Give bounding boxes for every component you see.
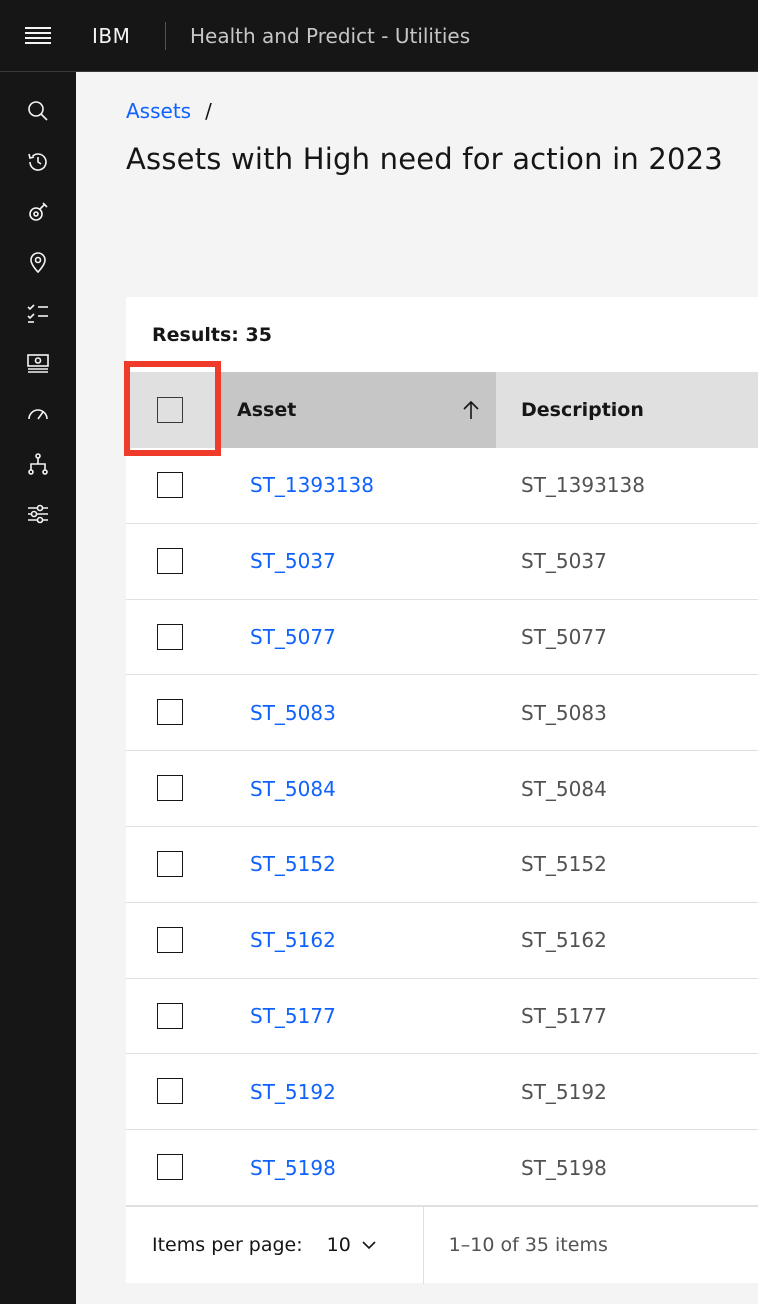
row-checkbox[interactable] — [157, 623, 183, 650]
table-row: ST_5077 ST_5077 — [126, 600, 758, 676]
dashboard-icon — [27, 354, 49, 373]
table-row: ST_5177 ST_5177 — [126, 979, 758, 1055]
select-all-checkbox[interactable] — [157, 397, 183, 423]
asset-link[interactable]: ST_5177 — [250, 1004, 336, 1028]
nav-checklist[interactable] — [0, 288, 76, 338]
column-header-description-label: Description — [521, 399, 644, 421]
nav-search[interactable] — [0, 86, 76, 136]
search-icon — [28, 101, 48, 121]
row-checkbox[interactable] — [157, 850, 183, 877]
asset-link[interactable]: ST_5192 — [250, 1080, 336, 1104]
results-table-card: Results: 35 Asset Description ST_1393138… — [124, 297, 758, 1284]
breadcrumb: Assets / — [126, 99, 212, 123]
brand-logo[interactable]: IBM — [76, 24, 165, 48]
asset-link[interactable]: ST_5162 — [250, 928, 336, 952]
asset-description: ST_5152 — [521, 852, 607, 877]
table-row: ST_5162 ST_5162 — [126, 903, 758, 979]
asset-link[interactable]: ST_1393138 — [250, 473, 374, 497]
column-header-asset[interactable]: Asset — [221, 372, 496, 448]
column-header-asset-label: Asset — [237, 399, 297, 421]
app-title: Health and Predict - Utilities — [190, 23, 471, 48]
items-per-page-select[interactable]: 10 — [327, 1234, 399, 1256]
nav-performance[interactable] — [0, 388, 76, 438]
row-checkbox[interactable] — [157, 547, 183, 574]
table-row: ST_5037 ST_5037 — [126, 524, 758, 600]
asset-icon — [29, 202, 48, 221]
hierarchy-icon — [28, 453, 48, 475]
asset-link[interactable]: ST_5198 — [250, 1156, 336, 1180]
top-header: IBM Health and Predict - Utilities — [0, 0, 758, 72]
asset-link[interactable]: ST_5084 — [250, 777, 336, 801]
side-navigation — [0, 72, 76, 1304]
asset-description: ST_5083 — [521, 700, 607, 725]
asset-description: ST_5192 — [521, 1079, 607, 1104]
hamburger-menu-button[interactable] — [0, 0, 76, 72]
chevron-down-icon — [362, 1241, 376, 1250]
results-count: Results: 35 — [152, 324, 272, 346]
asset-description: ST_5177 — [521, 1003, 607, 1028]
row-checkbox[interactable] — [157, 1078, 183, 1105]
pagination-range: 1–10 of 35 items — [448, 1234, 608, 1256]
breadcrumb-assets-link[interactable]: Assets — [126, 99, 191, 123]
breadcrumb-separator: / — [205, 99, 212, 123]
asset-link[interactable]: ST_5077 — [250, 625, 336, 649]
row-checkbox[interactable] — [157, 775, 183, 802]
pagination-bar: Items per page: 10 1–10 of 35 items — [126, 1206, 758, 1284]
asset-link[interactable]: ST_5152 — [250, 852, 336, 876]
table-header: Asset Description — [126, 372, 758, 448]
asset-link[interactable]: ST_5037 — [250, 549, 336, 573]
sort-ascending-icon — [463, 400, 479, 419]
table-row: ST_5084 ST_5084 — [126, 751, 758, 827]
table-row: ST_1393138 ST_1393138 — [126, 448, 758, 524]
asset-description: ST_5084 — [521, 776, 607, 801]
main-content: Assets / Assets with High need for actio… — [76, 72, 758, 1304]
table-row: ST_5198 ST_5198 — [126, 1130, 758, 1206]
nav-settings[interactable] — [0, 489, 76, 539]
location-icon — [30, 252, 46, 274]
items-per-page-value: 10 — [326, 1234, 351, 1256]
row-checkbox[interactable] — [157, 1002, 183, 1029]
row-checkbox[interactable] — [157, 699, 183, 726]
settings-adjust-icon — [28, 505, 48, 524]
row-checkbox[interactable] — [157, 1154, 183, 1181]
table-row: ST_5192 ST_5192 — [126, 1054, 758, 1131]
asset-description: ST_5198 — [521, 1155, 607, 1180]
checklist-icon — [27, 304, 48, 323]
row-checkbox[interactable] — [157, 926, 183, 953]
asset-link[interactable]: ST_5083 — [250, 701, 336, 725]
history-icon — [28, 152, 47, 171]
select-all-cell — [126, 372, 221, 448]
nav-history[interactable] — [0, 136, 76, 186]
table-row: ST_5083 ST_5083 — [126, 675, 758, 752]
nav-locations[interactable] — [0, 237, 76, 287]
items-per-page-label: Items per page: — [152, 1234, 303, 1256]
nav-assets[interactable] — [0, 187, 76, 237]
menu-icon — [25, 26, 51, 44]
page-title: Assets with High need for action in 2023 — [126, 142, 723, 176]
asset-description: ST_5162 — [521, 928, 607, 953]
table-body: ST_1393138 ST_1393138 ST_5037 ST_5037 ST… — [126, 448, 758, 1206]
table-row: ST_5152 ST_5152 — [126, 827, 758, 903]
nav-dashboard[interactable] — [0, 338, 76, 388]
asset-description: ST_5077 — [521, 624, 607, 649]
gauge-icon — [28, 408, 48, 419]
column-header-description[interactable]: Description — [496, 372, 758, 448]
nav-hierarchy[interactable] — [0, 439, 76, 489]
asset-description: ST_5037 — [521, 549, 607, 574]
row-checkbox[interactable] — [157, 472, 183, 498]
asset-description: ST_1393138 — [521, 473, 645, 498]
